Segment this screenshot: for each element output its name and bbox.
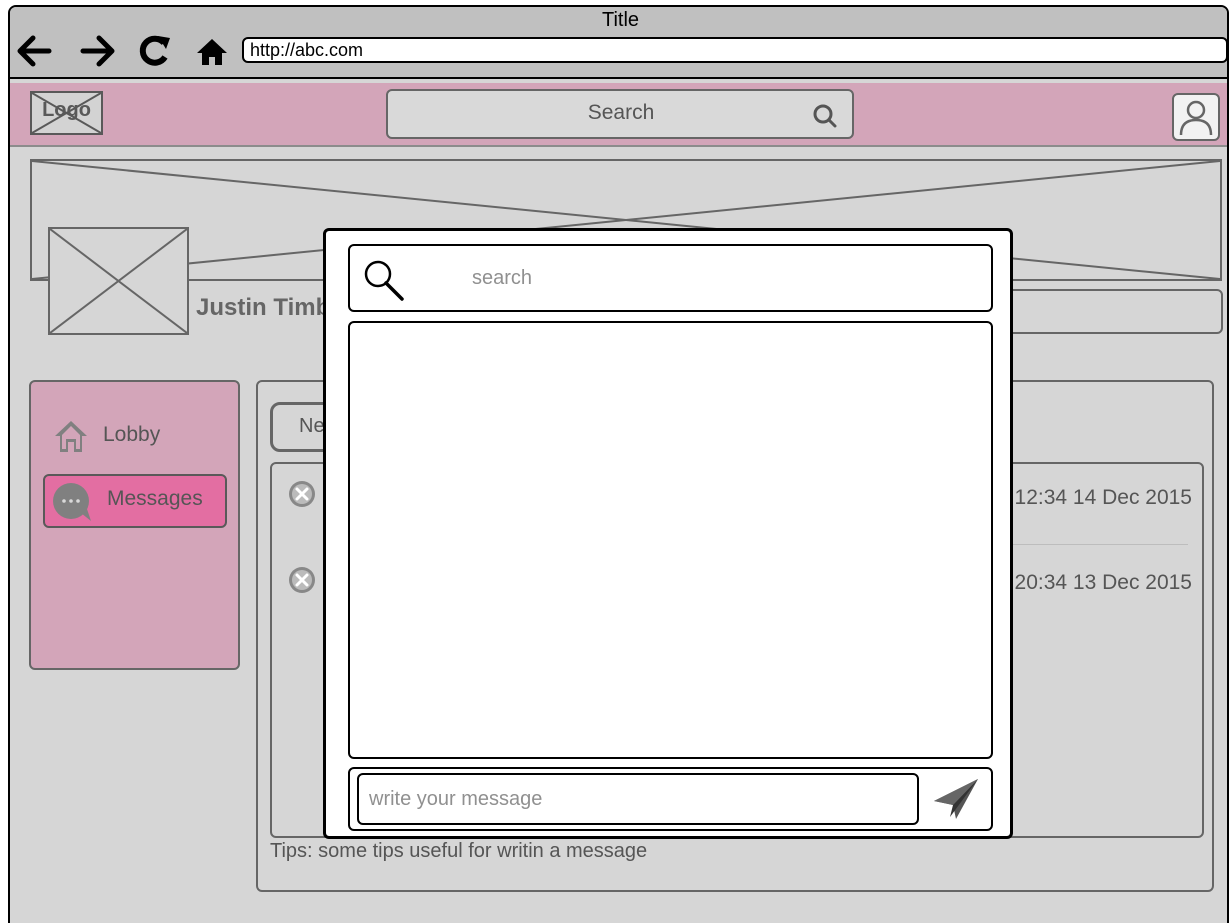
new-message-button-label: Ne — [299, 415, 325, 437]
compose-bar — [348, 767, 993, 831]
compose-modal — [323, 228, 1013, 839]
sidebar-item-label: Messages — [107, 487, 203, 510]
browser-toolbar: Title http://abc.com — [10, 7, 1227, 79]
back-arrow-icon[interactable] — [16, 31, 52, 71]
forward-arrow-icon[interactable] — [80, 31, 116, 71]
conversation-area — [348, 321, 993, 759]
logo[interactable]: Logo — [30, 91, 103, 135]
home-icon[interactable] — [194, 31, 230, 71]
modal-search-box[interactable] — [348, 244, 993, 312]
profile-picture — [48, 227, 189, 335]
tips-text: Tips: some tips useful for writin a mess… — [270, 840, 648, 862]
search-icon[interactable] — [812, 103, 838, 134]
modal-search-input[interactable] — [472, 264, 972, 292]
message-timestamp: 12:34 14 Dec 2015 — [1014, 486, 1192, 509]
sidebar-item-lobby[interactable]: Lobby — [53, 418, 213, 458]
user-profile-button[interactable] — [1172, 93, 1220, 141]
user-icon — [1179, 100, 1213, 136]
message-input[interactable] — [357, 773, 919, 825]
logo-text: Logo — [42, 99, 91, 121]
magnifier-icon[interactable] — [362, 258, 406, 307]
reload-icon[interactable] — [136, 31, 172, 71]
window-title: Title — [601, 9, 640, 31]
row-divider — [1012, 544, 1188, 545]
header-search-label: Search — [587, 101, 655, 124]
delete-icon[interactable] — [288, 480, 316, 508]
delete-icon[interactable] — [288, 566, 316, 594]
url-bar[interactable]: http://abc.com — [242, 37, 1227, 63]
sidebar-item-label: Lobby — [103, 423, 161, 446]
message-timestamp: 20:34 13 Dec 2015 — [1014, 571, 1192, 594]
app-header: Logo Search — [10, 83, 1227, 147]
sidebar-item-messages[interactable]: Messages — [43, 474, 227, 528]
home-icon — [55, 421, 87, 452]
header-search-box[interactable]: Search — [386, 89, 854, 139]
chat-bubble-icon — [53, 483, 91, 521]
send-icon[interactable] — [930, 773, 982, 825]
sidebar: Lobby Messages — [29, 380, 240, 670]
profile-field[interactable] — [985, 289, 1223, 334]
browser-window: Title http://abc.com Logo Search Justin … — [8, 5, 1229, 923]
